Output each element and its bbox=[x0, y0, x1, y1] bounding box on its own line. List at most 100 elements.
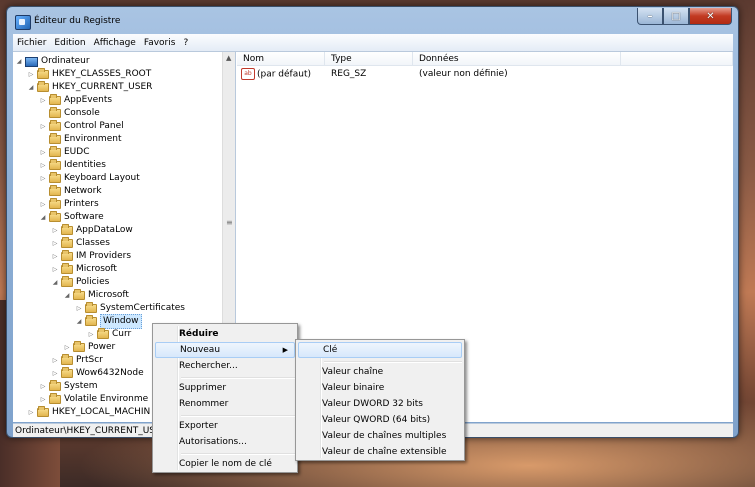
expand-icon[interactable]: ▷ bbox=[39, 172, 47, 185]
folder-icon bbox=[49, 172, 61, 183]
tree-node[interactable]: ◢ Policies bbox=[51, 276, 109, 289]
expand-icon[interactable]: ▷ bbox=[51, 263, 59, 276]
tree-node[interactable]: ▷ HKEY_LOCAL_MACHIN bbox=[27, 406, 150, 419]
collapse-icon[interactable]: ◢ bbox=[39, 211, 47, 224]
expand-icon[interactable]: ▷ bbox=[51, 224, 59, 237]
collapse-icon[interactable]: ◢ bbox=[63, 289, 71, 302]
scroll-up-icon[interactable]: ▲ bbox=[226, 54, 231, 62]
submenu-item-valeur-binaire[interactable]: Valeur binaire bbox=[298, 380, 462, 396]
submenu-item-cle[interactable]: Clé bbox=[298, 342, 462, 358]
folder-icon bbox=[49, 133, 61, 144]
menu-favoris[interactable]: Favoris bbox=[140, 38, 180, 48]
expand-icon[interactable]: ▷ bbox=[39, 146, 47, 159]
expand-icon[interactable]: ▷ bbox=[39, 393, 47, 406]
tree-node[interactable]: ▷ PrtScr bbox=[51, 354, 103, 367]
tree-node[interactable]: Network bbox=[39, 185, 102, 198]
menu-item-exporter[interactable]: Exporter bbox=[155, 418, 295, 434]
folder-icon bbox=[61, 250, 73, 261]
tree-node[interactable]: ▷ Identities bbox=[39, 159, 106, 172]
submenu-item-chaine-extensible[interactable]: Valeur de chaîne extensible bbox=[298, 444, 462, 460]
column-header-nom[interactable]: Nom bbox=[237, 52, 325, 66]
tree-node[interactable]: ▷ Printers bbox=[39, 198, 99, 211]
menu-item-renommer[interactable]: Renommer bbox=[155, 396, 295, 412]
collapse-icon[interactable]: ◢ bbox=[75, 315, 83, 328]
folder-icon bbox=[49, 393, 61, 404]
tree-node[interactable]: ▷ Power bbox=[63, 341, 115, 354]
expand-icon[interactable]: ▷ bbox=[39, 94, 47, 107]
folder-icon bbox=[37, 68, 49, 79]
tree-node[interactable]: ◢ Software bbox=[39, 211, 104, 224]
expand-icon[interactable]: ▷ bbox=[63, 341, 71, 354]
tree-node[interactable]: ▷ Classes bbox=[51, 237, 110, 250]
menu-item-nouveau[interactable]: Nouveau ▶ bbox=[155, 342, 295, 358]
menu-help[interactable]: ? bbox=[179, 38, 192, 48]
tree-node[interactable]: Console bbox=[39, 107, 100, 120]
menu-affichage[interactable]: Affichage bbox=[90, 38, 140, 48]
value-name: (par défaut) bbox=[257, 69, 311, 80]
tree-node-ordinateur[interactable]: ◢ Ordinateur bbox=[15, 55, 90, 68]
submenu-item-dword[interactable]: Valeur DWORD 32 bits bbox=[298, 396, 462, 412]
collapse-icon[interactable]: ◢ bbox=[15, 55, 23, 68]
column-header-donnees[interactable]: Données bbox=[413, 52, 621, 66]
expand-icon[interactable]: ▷ bbox=[39, 380, 47, 393]
submenu-item-valeur-chaine[interactable]: Valeur chaîne bbox=[298, 364, 462, 380]
tree-node[interactable]: ▷ HKEY_CLASSES_ROOT bbox=[27, 68, 151, 81]
expand-icon[interactable]: ▷ bbox=[39, 120, 47, 133]
tree-node[interactable]: ▷ EUDC bbox=[39, 146, 90, 159]
tree-node-label: Keyboard Layout bbox=[64, 173, 140, 183]
expand-icon[interactable]: ▷ bbox=[39, 159, 47, 172]
expand-icon[interactable]: ▷ bbox=[51, 237, 59, 250]
tree-node-label: System bbox=[64, 381, 98, 391]
menu-item-supprimer[interactable]: Supprimer bbox=[155, 380, 295, 396]
tree-node[interactable]: ▷ AppEvents bbox=[39, 94, 112, 107]
close-button[interactable]: ✕ bbox=[689, 8, 732, 25]
expand-icon[interactable]: ▷ bbox=[51, 367, 59, 380]
menu-fichier[interactable]: Fichier bbox=[13, 38, 50, 48]
tree-node[interactable]: ◢ Microsoft bbox=[63, 289, 129, 302]
collapse-icon[interactable]: ◢ bbox=[51, 276, 59, 289]
expand-icon[interactable]: ▷ bbox=[39, 198, 47, 211]
tree-node[interactable]: ▷ IM Providers bbox=[51, 250, 131, 263]
scroll-grip-icon[interactable]: ≡ bbox=[226, 218, 233, 227]
folder-icon bbox=[49, 185, 61, 196]
expand-icon[interactable]: ▷ bbox=[27, 68, 35, 81]
tree-node[interactable]: ▷ Curr bbox=[87, 328, 131, 341]
title-bar[interactable]: Éditeur du Registre – □ ✕ bbox=[7, 7, 738, 34]
column-header-type[interactable]: Type bbox=[325, 52, 413, 66]
submenu-item-chaines-multiples[interactable]: Valeur de chaînes multiples bbox=[298, 428, 462, 444]
tree-node-label: Volatile Environme bbox=[64, 394, 149, 404]
menu-item-autorisations[interactable]: Autorisations... bbox=[155, 434, 295, 450]
minimize-button[interactable]: – bbox=[637, 8, 663, 25]
folder-icon bbox=[73, 289, 85, 300]
column-header-empty bbox=[621, 52, 733, 66]
tree-node-label: Microsoft bbox=[88, 290, 129, 300]
expand-icon[interactable]: ▷ bbox=[75, 302, 83, 315]
menu-item-copier-nom-cle[interactable]: Copier le nom de clé bbox=[155, 456, 295, 472]
tree-node[interactable]: ▷ Keyboard Layout bbox=[39, 172, 140, 185]
tree-node-label: Wow6432Node bbox=[76, 368, 144, 378]
menu-item-rechercher[interactable]: Rechercher... bbox=[155, 358, 295, 374]
expand-icon[interactable]: ▷ bbox=[51, 354, 59, 367]
tree-node-selected[interactable]: ◢ Window bbox=[75, 314, 142, 329]
expand-icon[interactable]: ▷ bbox=[87, 328, 95, 341]
menu-edition[interactable]: Edition bbox=[50, 38, 89, 48]
tree-node[interactable]: ▷ AppDataLow bbox=[51, 224, 133, 237]
expand-icon[interactable]: ▷ bbox=[51, 250, 59, 263]
tree-node[interactable]: ▷ System bbox=[39, 380, 98, 393]
tree-node[interactable]: ◢ HKEY_CURRENT_USER bbox=[27, 81, 152, 94]
tree-node[interactable]: ▷ Microsoft bbox=[51, 263, 117, 276]
tree-node-label: HKEY_LOCAL_MACHIN bbox=[52, 407, 151, 417]
tree-node[interactable]: ▷ Control Panel bbox=[39, 120, 124, 133]
tree-node[interactable]: ▷ Wow6432Node bbox=[51, 367, 144, 380]
menu-separator bbox=[324, 361, 462, 363]
regedit-app-icon[interactable] bbox=[15, 15, 31, 30]
expand-icon[interactable]: ▷ bbox=[27, 406, 35, 419]
submenu-item-qword[interactable]: Valeur QWORD (64 bits) bbox=[298, 412, 462, 428]
collapse-icon[interactable]: ◢ bbox=[27, 81, 35, 94]
value-row-name[interactable]: ab (par défaut) bbox=[241, 68, 311, 81]
menu-item-reduire[interactable]: Réduire bbox=[155, 326, 295, 342]
maximize-button[interactable]: □ bbox=[663, 8, 689, 25]
tree-node[interactable]: ▷ Volatile Environme bbox=[39, 393, 148, 406]
folder-icon bbox=[73, 341, 85, 352]
tree-node[interactable]: Environment bbox=[39, 133, 121, 146]
